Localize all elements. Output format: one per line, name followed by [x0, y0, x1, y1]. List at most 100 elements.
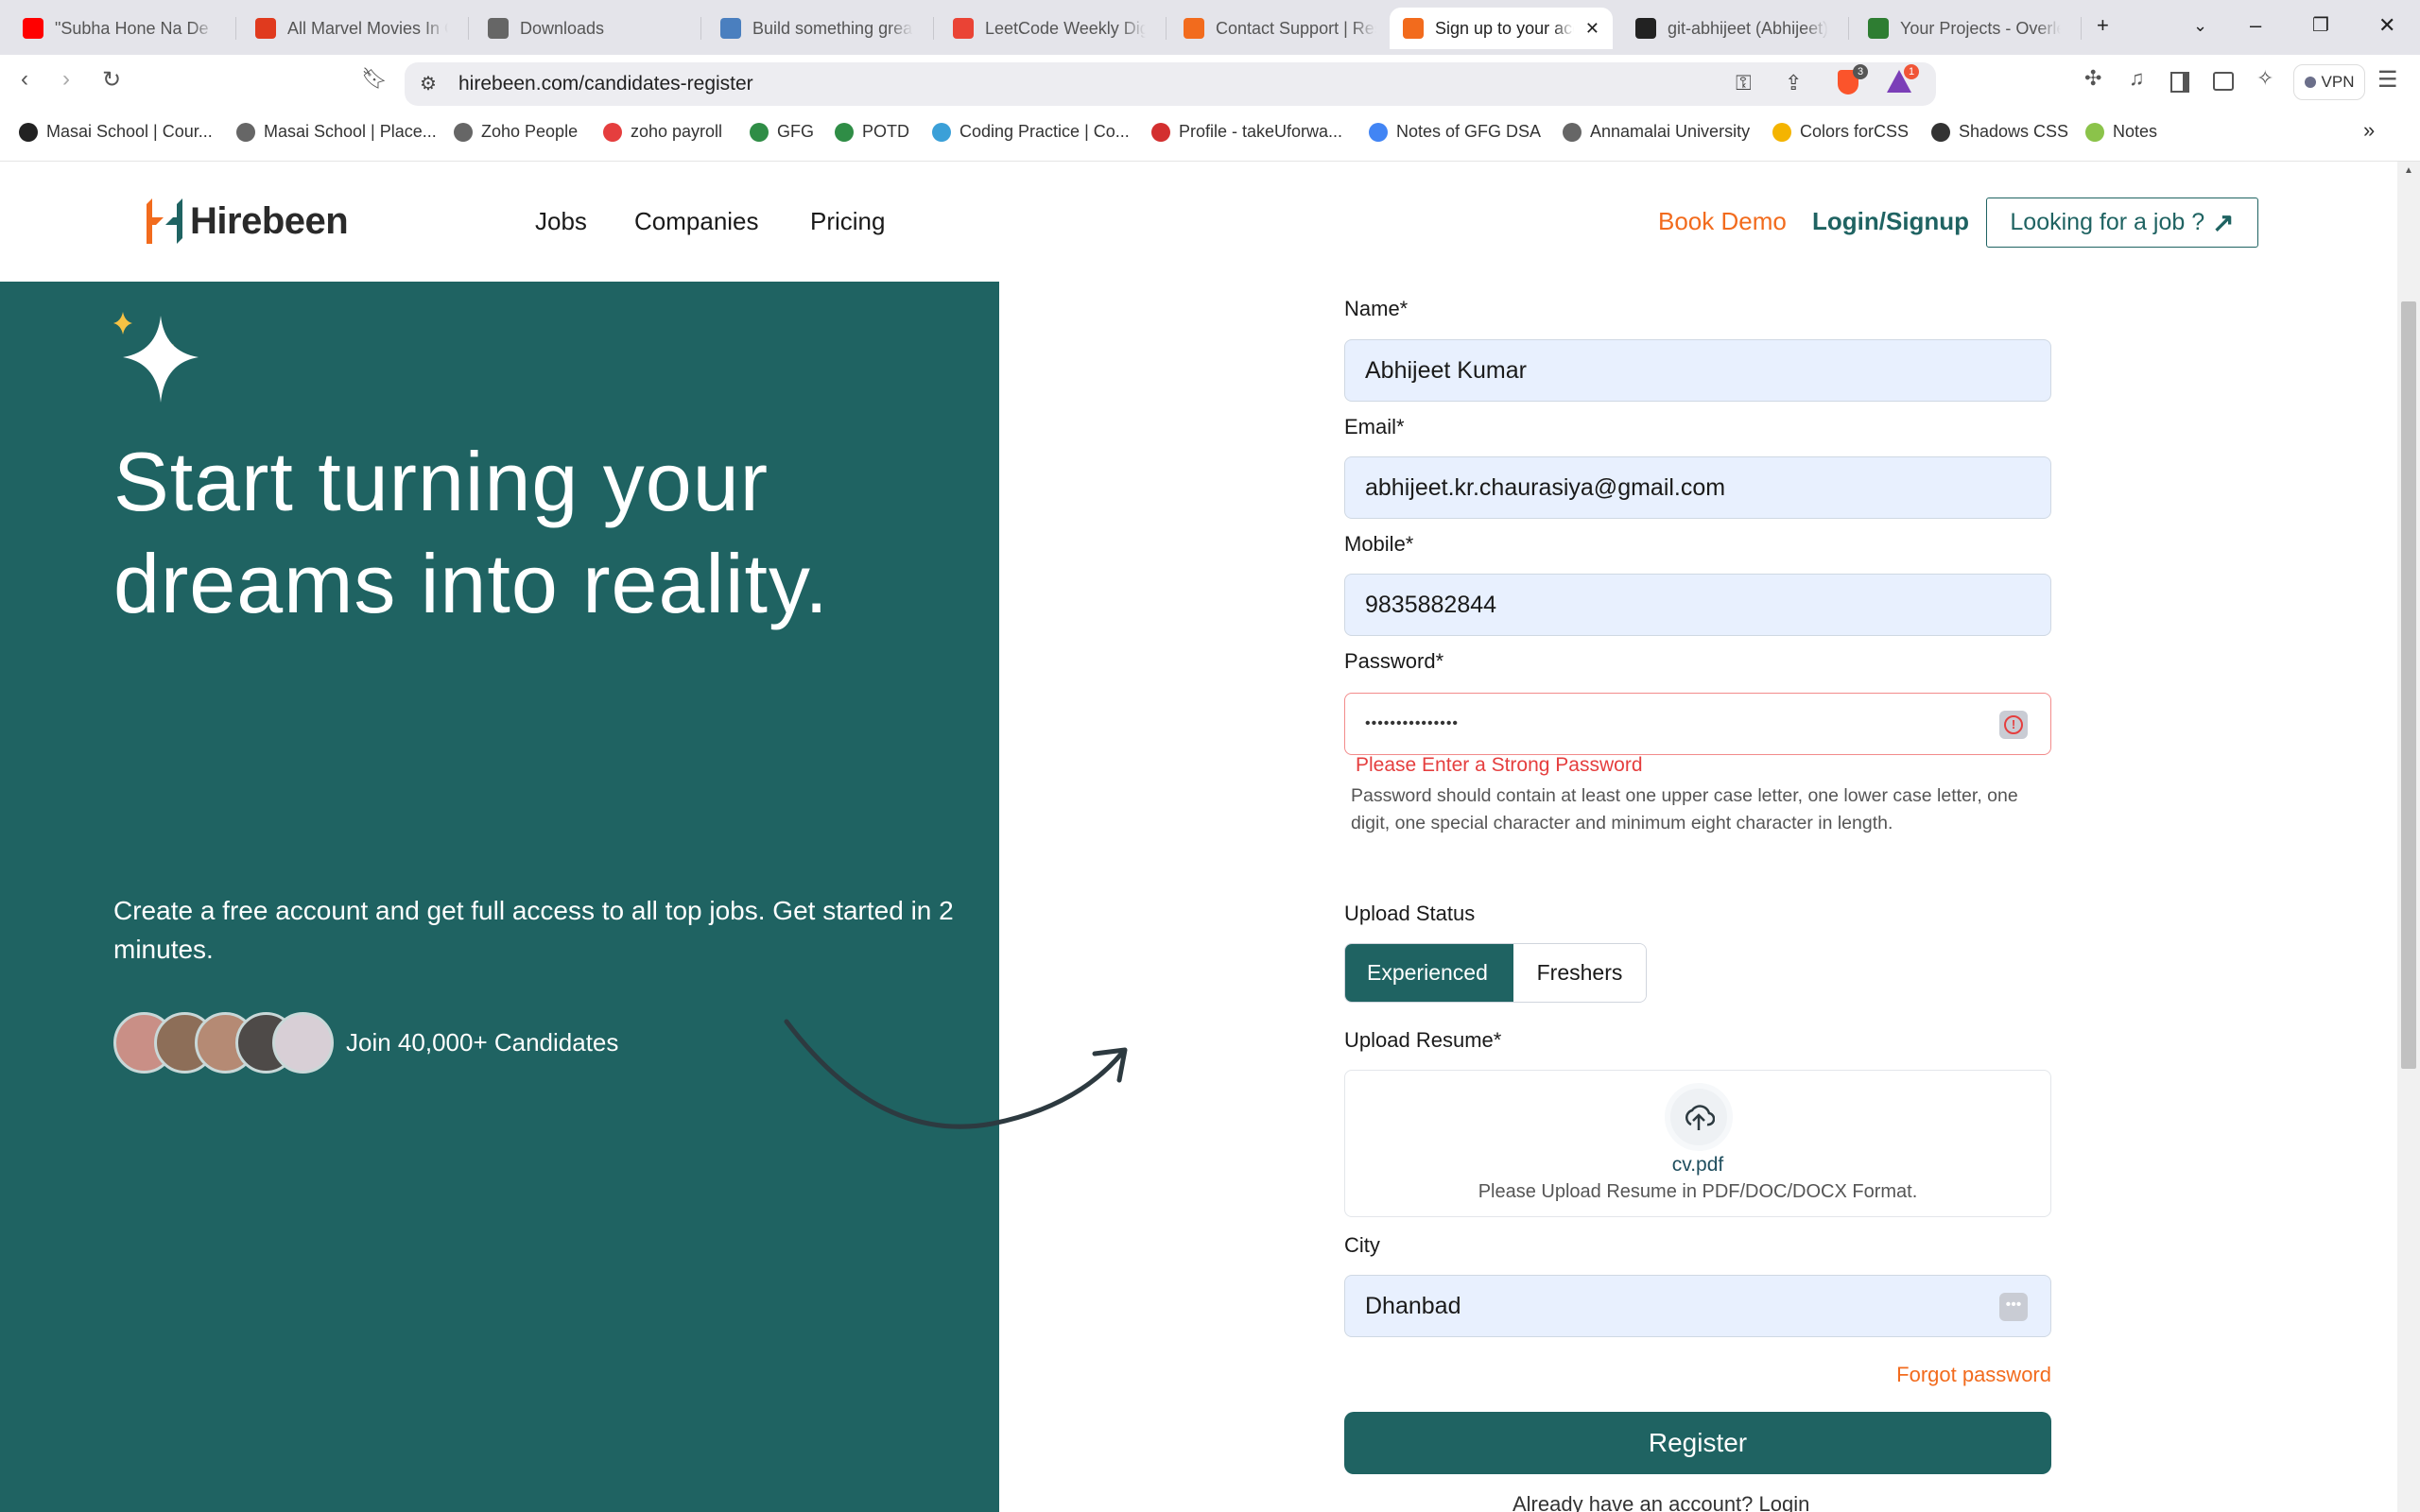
tab-divider: [235, 17, 236, 40]
tab[interactable]: Build something great: [707, 8, 934, 49]
media-icon[interactable]: ♫: [2129, 66, 2145, 91]
upload-resume-label: Upload Resume*: [1344, 1028, 1502, 1052]
scroll-up-icon[interactable]: ▲: [2404, 165, 2413, 176]
email-input[interactable]: abhijeet.kr.chaurasiya@gmail.com: [1344, 456, 2051, 519]
bookmark-favicon-icon: [454, 122, 473, 142]
tab[interactable]: LeetCode Weekly Digest: [940, 8, 1167, 49]
wallet-icon[interactable]: [2213, 72, 2234, 91]
browser-toolbar: ‹ › ↻ 🔖︎ ⚙︎ hirebeen.com/candidates-regi…: [0, 55, 2420, 109]
bookmark-item[interactable]: Zoho People: [454, 122, 578, 142]
site-settings-icon[interactable]: ⚙︎: [420, 72, 437, 95]
bookmark-item[interactable]: Annamalai University: [1563, 122, 1750, 142]
cloud-upload-icon[interactable]: [1665, 1083, 1733, 1151]
leo-ai-icon[interactable]: ✧: [2256, 66, 2273, 91]
nav-pricing[interactable]: Pricing: [810, 207, 885, 236]
bookmark-item[interactable]: POTD: [835, 122, 909, 142]
bookmarks-bar: Masai School | Cour... Masai School | Pla…: [0, 109, 2420, 162]
youtube-icon: [23, 18, 43, 39]
tab-bar: "Subha Hone Na De All Marvel Movies In Or…: [0, 0, 2420, 55]
url-text[interactable]: hirebeen.com/candidates-register: [458, 73, 753, 95]
reload-button[interactable]: ↻: [102, 66, 121, 94]
bookmark-item[interactable]: Profile - takeUforwa...: [1151, 122, 1342, 142]
menu-icon[interactable]: ☰: [2377, 66, 2398, 94]
hirebeen-icon: [1403, 18, 1424, 39]
site-header: Hirebeen Jobs Companies Pricing Book Dem…: [0, 162, 2397, 282]
back-button[interactable]: ‹: [21, 66, 28, 93]
curved-arrow-icon: [784, 1019, 1128, 1129]
nav-jobs[interactable]: Jobs: [535, 207, 587, 236]
sidebar-icon[interactable]: [2170, 72, 2189, 93]
bookmark-favicon-icon: [750, 122, 769, 142]
status-toggle: Experienced Freshers: [1344, 943, 1647, 1003]
address-bar[interactable]: ⚙︎ hirebeen.com/candidates-register ⚿ ⇪ …: [405, 62, 1936, 106]
book-demo-link[interactable]: Book Demo: [1658, 207, 1787, 236]
tab[interactable]: All Marvel Movies In Order: [242, 8, 469, 49]
vpn-button[interactable]: VPN: [2293, 64, 2365, 100]
tab[interactable]: "Subha Hone Na De: [9, 8, 236, 49]
scrollbar[interactable]: ▲: [2397, 162, 2420, 1512]
minimize-button[interactable]: –: [2250, 13, 2261, 38]
bookmark-item[interactable]: zoho payroll: [603, 122, 722, 142]
avatar-icon: [720, 18, 741, 39]
hirebeen-logo[interactable]: Hirebeen: [147, 198, 349, 244]
bookmark-label: Notes: [2113, 122, 2158, 141]
freshers-option[interactable]: Freshers: [1513, 944, 1646, 1002]
name-label: Name*: [1344, 297, 1409, 320]
mobile-label: Mobile*: [1344, 532, 1414, 556]
restore-button[interactable]: ❐: [2312, 13, 2329, 37]
bookmark-item[interactable]: Masai School | Place...: [236, 122, 437, 142]
tab-divider: [700, 17, 701, 40]
tab[interactable]: Downloads: [475, 8, 701, 49]
nav-companies[interactable]: Companies: [634, 207, 759, 236]
new-tab-button[interactable]: +: [2097, 13, 2109, 38]
hero-panel: Start turning your dreams into reality. …: [0, 282, 999, 1512]
rewards-badge: 1: [1904, 64, 1919, 79]
resume-dropzone[interactable]: cv.pdf Please Upload Resume in PDF/DOC/D…: [1344, 1070, 2051, 1217]
bookmark-item[interactable]: GFG: [750, 122, 814, 142]
bookmark-label: Colors forCSS: [1800, 122, 1910, 141]
bookmark-label: Profile - takeUforwa...: [1179, 122, 1343, 141]
close-window-button[interactable]: ✕: [2378, 13, 2395, 38]
tab[interactable]: git-abhijeet (Abhijeet): [1622, 8, 1849, 49]
register-button[interactable]: Register: [1344, 1412, 2051, 1474]
close-tab-icon[interactable]: ✕: [1585, 19, 1599, 39]
login-signup-link[interactable]: Login/Signup: [1812, 207, 1969, 236]
key-icon[interactable]: ⚿: [1736, 71, 1752, 95]
already-have-account-text[interactable]: Already have an account? Login: [1512, 1492, 1809, 1512]
password-input[interactable]: ••••••••••••••• !: [1344, 693, 2051, 755]
city-input[interactable]: Dhanbad •••: [1344, 1275, 2051, 1337]
bookmark-item[interactable]: Notes of GFG DSA: [1369, 122, 1541, 142]
bookmark-favicon-icon: [2085, 122, 2104, 142]
bookmark-item[interactable]: Notes: [2085, 122, 2157, 142]
experienced-option[interactable]: Experienced: [1345, 944, 1513, 1002]
bookmark-favicon-icon: [1369, 122, 1388, 142]
tab-divider: [1848, 17, 1849, 40]
password-manager-icon[interactable]: !: [1999, 711, 2028, 739]
bookmark-item[interactable]: Colors forCSS: [1772, 122, 1909, 142]
more-bookmarks-icon[interactable]: »: [2363, 118, 2375, 143]
bookmark-favicon-icon: [1772, 122, 1791, 142]
bookmark-icon[interactable]: 🔖︎: [361, 66, 388, 91]
bookmark-label: Masai School | Cour...: [46, 122, 213, 141]
forward-button[interactable]: ›: [62, 66, 70, 93]
tab[interactable]: Sign up to your account ✕: [1390, 8, 1613, 49]
tab-title: Build something great: [752, 18, 913, 38]
bookmark-item[interactable]: Coding Practice | Co...: [932, 122, 1130, 142]
share-icon[interactable]: ⇪: [1785, 71, 1802, 95]
bookmark-item[interactable]: Shadows CSS: [1931, 122, 2068, 142]
bookmark-label: Notes of GFG DSA: [1396, 122, 1542, 141]
tab[interactable]: Your Projects - Overleaf: [1855, 8, 2082, 49]
looking-for-job-button[interactable]: Looking for a job ? ↗: [1986, 198, 2258, 248]
bookmark-item[interactable]: Masai School | Cour...: [19, 122, 213, 142]
scrollbar-thumb[interactable]: [2401, 301, 2416, 1069]
autofill-icon[interactable]: •••: [1999, 1293, 2028, 1321]
tab[interactable]: Contact Support | Resources: [1170, 8, 1397, 49]
name-input[interactable]: Abhijeet Kumar: [1344, 339, 2051, 402]
tab-title: Contact Support | Resources: [1216, 18, 1376, 38]
forgot-password-link[interactable]: Forgot password: [1896, 1363, 2051, 1387]
extensions-icon[interactable]: ✣: [2084, 66, 2101, 91]
mobile-input[interactable]: 9835882844: [1344, 574, 2051, 636]
tab-divider: [2081, 17, 2082, 40]
tab-search-chevron-icon[interactable]: ⌄: [2193, 16, 2207, 36]
avatar: [272, 1012, 334, 1074]
